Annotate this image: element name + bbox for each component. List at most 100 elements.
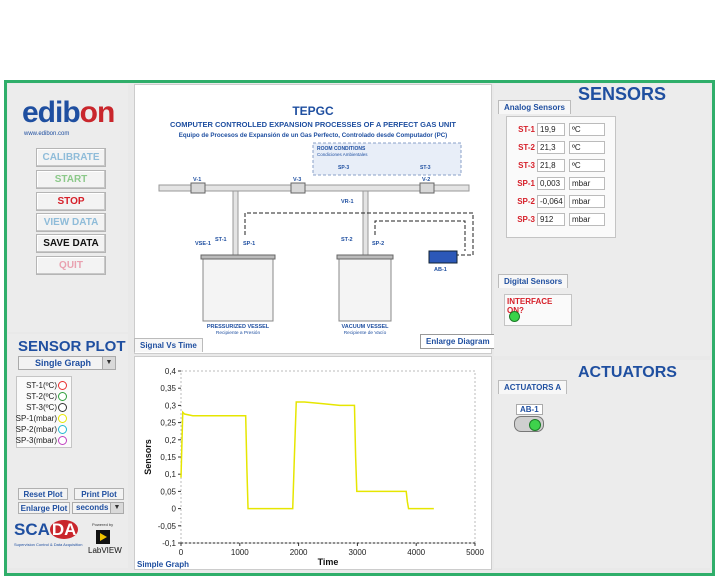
plot-legend: ST-1(ºC) ST-2(ºC) ST-3(ºC) SP-1(mbar) SP-2(m… xyxy=(16,376,72,448)
legend-item-label: ST-3(ºC) xyxy=(26,403,57,412)
sensor-unit: ºC xyxy=(569,141,605,154)
sensors-title: SENSORS xyxy=(578,84,667,104)
edibon-logo: edibon xyxy=(22,96,115,129)
sensor-id-label: ST-3 xyxy=(518,161,535,170)
stop-button[interactable]: STOP xyxy=(36,192,106,211)
reset-plot-button[interactable]: Reset Plot xyxy=(18,488,68,500)
y-tick-label: 0,4 xyxy=(165,367,177,376)
scada-subtitle: Supervision Control & Data Acquisition xyxy=(14,542,83,547)
tab-signal-vs-time[interactable]: Signal Vs Time xyxy=(134,338,203,352)
save-data-button[interactable]: SAVE DATA xyxy=(36,234,106,253)
sensor-value: 21,3 xyxy=(537,141,565,154)
v2-label: V-2 xyxy=(422,177,430,183)
plot-footer-label: Simple Graph xyxy=(137,560,189,569)
diagram-subtitle: COMPUTER CONTROLLED EXPANSION PROCESSES … xyxy=(170,120,456,129)
legend-item[interactable]: ST-2(ºC) xyxy=(26,392,67,402)
x-axis-label: Time xyxy=(318,557,339,567)
sensor-unit: mbar xyxy=(569,177,605,190)
legend-item-label: ST-2(ºC) xyxy=(26,392,57,401)
sensor-value: -0,064 xyxy=(537,195,565,208)
ab1-actuator-label: AB-1 xyxy=(516,404,543,415)
legend-color-icon xyxy=(58,436,67,446)
sensor-id-label: SP-2 xyxy=(517,197,535,206)
view-data-button[interactable]: VIEW DATA xyxy=(36,213,106,232)
sensor-id-label: SP-1 xyxy=(517,179,535,188)
process-diagram: TEPGC COMPUTER CONTROLLED EXPANSION PROC… xyxy=(134,84,492,354)
analog-sensor-table: ST-1 19,9 ºC ST-2 21,3 ºC ST-3 21,8 ºC SP-1 0,003 m… xyxy=(506,116,616,238)
quit-button[interactable]: QUIT xyxy=(36,256,106,275)
interface-led-icon xyxy=(509,311,520,322)
sensor-value: 21,8 xyxy=(537,159,565,172)
y-tick-label: 0,15 xyxy=(160,453,176,462)
x-tick-label: 2000 xyxy=(290,548,308,557)
graph-mode-value: Single Graph xyxy=(35,358,92,368)
pipe-vessel1 xyxy=(232,190,239,258)
signal-wire-2 xyxy=(374,220,466,251)
sp1-label: SP-1 xyxy=(243,241,255,247)
graph-mode-select[interactable]: Single Graph ▼ xyxy=(18,356,116,370)
logo-url: www.edibon.com xyxy=(24,131,70,137)
sensor-id-label: ST-1 xyxy=(518,125,535,134)
diagram-subtitle-es: Equipo de Procesos de Expansión de un Ga… xyxy=(179,132,448,139)
scada-logo: SCA DA xyxy=(14,520,79,539)
tab-analog-sensors[interactable]: Analog Sensors xyxy=(498,100,571,114)
v1-label: V-1 xyxy=(193,177,201,183)
time-unit-select[interactable]: seconds ▼ xyxy=(72,502,124,514)
sensor-value: 912 xyxy=(537,213,565,226)
sensor-unit: mbar xyxy=(569,213,605,226)
chevron-down-icon: ▼ xyxy=(102,357,115,369)
tab-digital-sensors[interactable]: Digital Sensors xyxy=(498,274,569,288)
enlarge-plot-button[interactable]: Enlarge Plot xyxy=(18,502,70,514)
legend-item[interactable]: ST-1(ºC) xyxy=(26,381,67,391)
st1-label: ST-1 xyxy=(215,237,227,243)
vessel2-lid xyxy=(336,254,394,260)
x-tick-label: 5000 xyxy=(466,548,484,557)
signal-plot: -0,1 -0,05 0 0,05 0,1 0,15 0,2 0,25 0,3 0,35 0,4 0 1… xyxy=(134,356,492,570)
interface-indicator-box: INTERFACE ON? xyxy=(504,294,572,326)
x-tick-label: 4000 xyxy=(407,548,425,557)
legend-item[interactable]: SP-2(mbar) xyxy=(15,425,67,435)
sensor-value: 0,003 xyxy=(537,177,565,190)
start-button[interactable]: START xyxy=(36,170,106,189)
vse1-label: VSE-1 xyxy=(195,241,211,247)
enlarge-diagram-button[interactable]: Enlarge Diagram xyxy=(420,334,496,349)
ab1-label: AB-1 xyxy=(434,267,447,273)
legend-item[interactable]: SP-1(mbar) xyxy=(16,414,67,424)
v3-label: V-3 xyxy=(293,177,301,183)
y-tick-label: 0,1 xyxy=(165,470,177,479)
valve-v3 xyxy=(290,182,306,194)
actuators-title: ACTUATORS xyxy=(578,364,677,381)
sensor-plot-title: SENSOR PLOT xyxy=(18,338,126,355)
vessel1-lid xyxy=(200,254,276,260)
ab1-toggle[interactable] xyxy=(514,416,544,432)
calibrate-button[interactable]: CALIBRATE xyxy=(36,148,106,167)
legend-item-label: SP-2(mbar) xyxy=(15,425,57,434)
sensor-id-label: SP-3 xyxy=(517,215,535,224)
st2-label: ST-2 xyxy=(341,237,353,243)
legend-item[interactable]: ST-3(ºC) xyxy=(26,403,67,413)
legend-color-icon xyxy=(58,392,67,402)
y-tick-label: 0,05 xyxy=(160,487,176,496)
powered-by-label: Powered by xyxy=(92,522,114,527)
x-tick-label: 1000 xyxy=(231,548,249,557)
vessel2-label-es: Recipiente de Vacío xyxy=(344,330,387,336)
legend-color-icon xyxy=(58,425,67,435)
print-plot-button[interactable]: Print Plot xyxy=(74,488,124,500)
legend-item[interactable]: SP-3(mbar) xyxy=(15,436,67,446)
sp3-label: SP-3 xyxy=(338,165,349,171)
chevron-down-icon: ▼ xyxy=(110,503,123,513)
valve-v2 xyxy=(419,182,435,194)
vr1-label: VR-1 xyxy=(341,199,354,205)
valve-v1 xyxy=(190,182,206,194)
legend-color-icon xyxy=(58,403,67,413)
sensor-unit: mbar xyxy=(569,195,605,208)
sensor-unit: ºC xyxy=(569,123,605,136)
tab-actuators-a[interactable]: ACTUATORS A xyxy=(498,380,568,394)
pipe-vessel2 xyxy=(362,190,369,258)
vessel1-label-es: Recipiente a Presión xyxy=(216,330,261,336)
sensor-value: 19,9 xyxy=(537,123,565,136)
diagram-title: TEPGC xyxy=(292,104,334,118)
y-tick-label: 0,3 xyxy=(165,401,177,410)
legend-item-label: SP-3(mbar) xyxy=(15,436,57,445)
y-tick-label: 0,35 xyxy=(160,384,176,393)
